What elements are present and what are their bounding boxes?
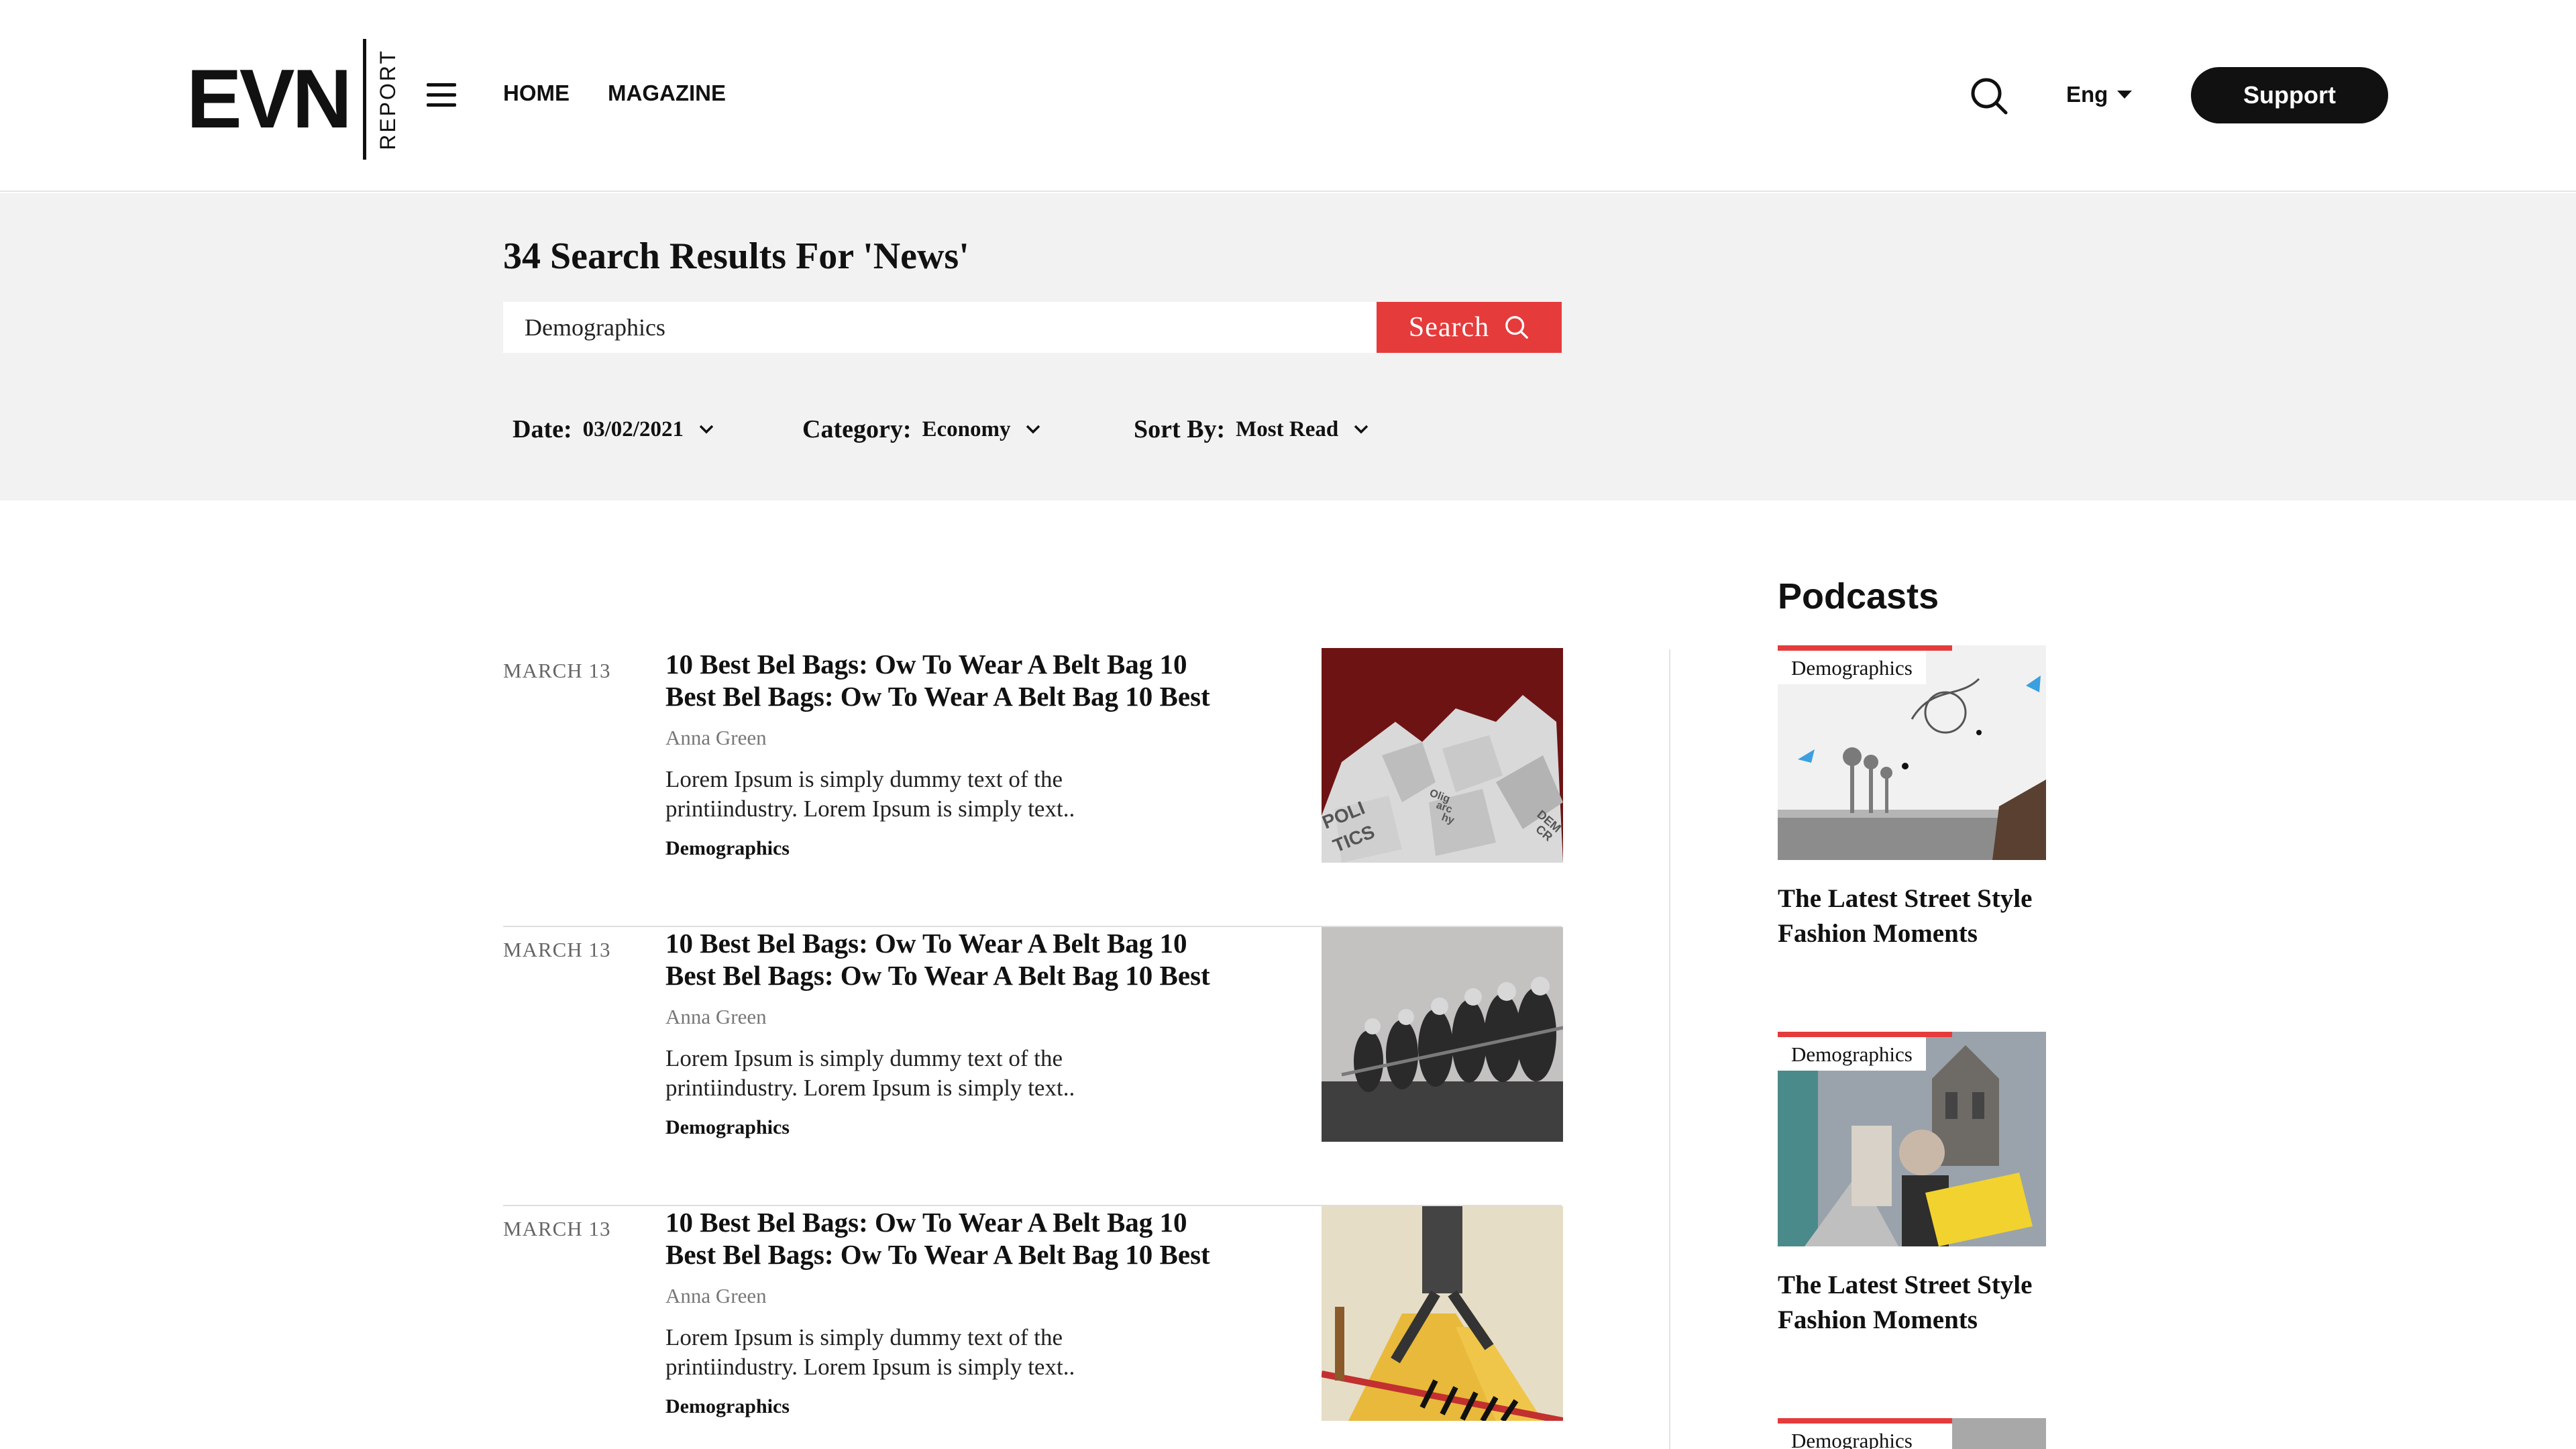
result-title-line: 10 Best Bel Bags: Ow To Wear A Belt Bag … <box>665 928 1187 959</box>
date-filter-label: Date: <box>513 415 572 443</box>
result-title-line: Best Bel Bags: Ow To Wear A Belt Bag 10 … <box>665 681 1210 712</box>
results-title: 34 Search Results For 'News' <box>503 235 969 277</box>
result-excerpt: Lorem Ipsum is simply dummy text of the … <box>665 1044 1269 1103</box>
logo-wordmark: EVN <box>186 53 352 146</box>
language-label: Eng <box>2066 82 2108 107</box>
logo-subtitle: REPORT <box>375 48 400 150</box>
podcast-title[interactable]: The Latest Street Style Fashion Moments <box>1778 1268 2046 1338</box>
podcast-card: Demographics <box>1778 1418 2046 1449</box>
chevron-down-icon <box>1026 425 1040 434</box>
result-title[interactable]: 10 Best Bel Bags: Ow To Wear A Belt Bag … <box>665 648 1283 712</box>
podcasts-heading: Podcasts <box>1778 576 1939 616</box>
result-category-tag[interactable]: Demographics <box>665 1395 790 1418</box>
column-divider <box>1669 649 1670 1449</box>
search-button[interactable]: Search <box>1377 302 1562 353</box>
chevron-down-icon <box>699 425 714 434</box>
excerpt-line: printiindustry. Lorem Ipsum is simply te… <box>665 1075 1075 1101</box>
result-thumbnail[interactable]: POLI TICS Olig arc hy DEM CR <box>1322 648 1563 863</box>
podcast-image[interactable]: Demographics <box>1778 1032 2046 1246</box>
podcast-title[interactable]: The Latest Street Style Fashion Moments <box>1778 881 2046 951</box>
excerpt-line: Lorem Ipsum is simply dummy text of the <box>665 766 1063 792</box>
podcast-card: Demographics The Latest Street Style Fas… <box>1778 1032 2046 1338</box>
podcast-category-tag[interactable]: Demographics <box>1778 651 1926 684</box>
podcast-title-line: The Latest Street Style <box>1778 884 2033 913</box>
result-category-tag[interactable]: Demographics <box>665 1116 790 1139</box>
result-title-line: 10 Best Bel Bags: Ow To Wear A Belt Bag … <box>665 1207 1187 1238</box>
podcast-accent-bar <box>1778 1032 1952 1037</box>
logo-divider <box>362 39 366 160</box>
podcast-card: Demographics The Latest Street Style Fas… <box>1778 645 2046 951</box>
result-item: MARCH 13 10 Best Bel Bags: Ow To Wear A … <box>503 927 1563 1206</box>
nav-home[interactable]: HOME <box>503 80 570 106</box>
podcast-image[interactable]: Demographics <box>1778 645 2046 860</box>
result-item: MARCH 13 10 Best Bel Bags: Ow To Wear A … <box>503 648 1563 927</box>
support-button[interactable]: Support <box>2191 67 2388 123</box>
result-title[interactable]: 10 Best Bel Bags: Ow To Wear A Belt Bag … <box>665 927 1283 991</box>
result-excerpt: Lorem Ipsum is simply dummy text of the … <box>665 765 1269 824</box>
sort-filter[interactable]: Sort By: Most Read <box>1134 415 1369 444</box>
result-author: Anna Green <box>665 1284 767 1307</box>
podcast-category-tag[interactable]: Demographics <box>1778 1424 1926 1449</box>
search-icon[interactable] <box>1970 76 2008 115</box>
category-filter-label: Category: <box>802 415 912 443</box>
menu-icon[interactable] <box>427 83 456 107</box>
search-input[interactable] <box>503 302 1377 353</box>
sort-filter-label: Sort By: <box>1134 415 1226 443</box>
result-item: MARCH 13 10 Best Bel Bags: Ow To Wear A … <box>503 1206 1563 1449</box>
result-excerpt: Lorem Ipsum is simply dummy text of the … <box>665 1323 1269 1382</box>
result-date: MARCH 13 <box>503 1217 611 1240</box>
date-filter-value: 03/02/2021 <box>582 417 684 441</box>
podcast-category-tag[interactable]: Demographics <box>1778 1037 1926 1071</box>
result-thumbnail[interactable] <box>1322 927 1563 1142</box>
nav-magazine[interactable]: MAGAZINE <box>608 80 726 106</box>
caret-down-icon <box>2117 91 2133 99</box>
result-thumbnail[interactable] <box>1322 1206 1563 1421</box>
result-category-tag[interactable]: Demographics <box>665 837 790 860</box>
result-date: MARCH 13 <box>503 938 611 961</box>
podcast-title-line: Fashion Moments <box>1778 919 1978 948</box>
excerpt-line: printiindustry. Lorem Ipsum is simply te… <box>665 1354 1075 1380</box>
category-filter-value: Economy <box>922 417 1011 441</box>
site-logo[interactable]: EVN REPORT <box>186 39 400 160</box>
podcast-title-line: Fashion Moments <box>1778 1305 1978 1334</box>
result-title-line: Best Bel Bags: Ow To Wear A Belt Bag 10 … <box>665 960 1210 991</box>
result-author: Anna Green <box>665 726 767 749</box>
podcast-title-line: The Latest Street Style <box>1778 1271 2033 1299</box>
chevron-down-icon <box>1354 425 1368 434</box>
excerpt-line: printiindustry. Lorem Ipsum is simply te… <box>665 796 1075 822</box>
search-icon <box>1505 316 1529 339</box>
podcast-accent-bar <box>1778 645 1952 651</box>
result-title-line: Best Bel Bags: Ow To Wear A Belt Bag 10 … <box>665 1239 1210 1270</box>
search-panel: 34 Search Results For 'News' Search Date… <box>0 193 2576 500</box>
excerpt-line: Lorem Ipsum is simply dummy text of the <box>665 1324 1063 1350</box>
podcast-accent-bar <box>1778 1418 1952 1424</box>
excerpt-line: Lorem Ipsum is simply dummy text of the <box>665 1045 1063 1071</box>
result-date: MARCH 13 <box>503 659 611 682</box>
search-button-label: Search <box>1408 312 1490 343</box>
site-header: EVN REPORT HOME MAGAZINE Eng Support <box>0 0 2576 192</box>
result-author: Anna Green <box>665 1005 767 1028</box>
podcast-image[interactable]: Demographics <box>1778 1418 2046 1449</box>
sort-filter-value: Most Read <box>1236 417 1339 441</box>
result-title[interactable]: 10 Best Bel Bags: Ow To Wear A Belt Bag … <box>665 1206 1283 1271</box>
date-filter[interactable]: Date: 03/02/2021 <box>513 415 714 444</box>
category-filter[interactable]: Category: Economy <box>802 415 1041 444</box>
result-title-line: 10 Best Bel Bags: Ow To Wear A Belt Bag … <box>665 649 1187 680</box>
language-selector[interactable]: Eng <box>2066 82 2133 107</box>
